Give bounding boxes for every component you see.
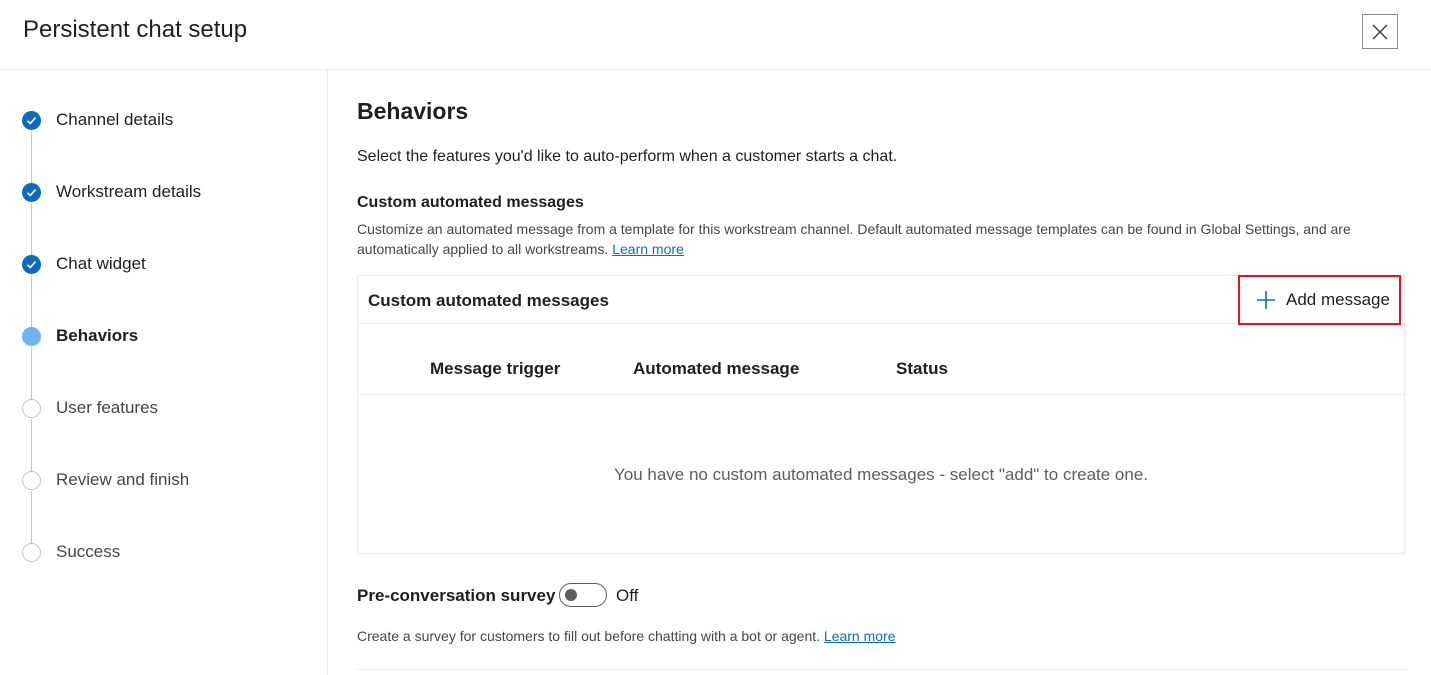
pending-step-indicator [22,471,41,490]
survey-description-text: Create a survey for customers to fill ou… [357,628,821,644]
learn-more-link[interactable]: Learn more [612,241,684,257]
step-label: Channel details [56,110,174,129]
toggle-knob [565,589,577,601]
table-header: Message trigger Automated message Status [358,324,1404,395]
step-label: Workstream details [56,182,202,201]
empty-state-message: You have no custom automated messages - … [613,465,1149,484]
step-channel-details[interactable]: Channel details [0,105,320,135]
custom-messages-description: Customize an automated message from a te… [357,220,1397,259]
main-content: Behaviors Select the features you'd like… [357,70,1405,675]
page-title: Behaviors [357,98,469,124]
step-label: Review and finish [56,470,190,489]
stepper-connector [31,491,32,543]
divider [357,669,1405,670]
step-chat-widget[interactable]: Chat widget [0,249,320,279]
plus-icon [1257,291,1275,309]
current-step-indicator [22,327,41,346]
checkmark-icon [22,183,41,202]
stepper-connector [31,275,32,327]
card-header: Custom automated messages Add message [358,275,1404,325]
step-label: Behaviors [56,326,139,345]
setup-stepper: Channel details Workstream details Chat … [0,70,328,675]
checkmark-icon [22,111,41,130]
add-message-label: Add message [1286,290,1390,309]
step-label: Chat widget [56,254,146,273]
dialog-title: Persistent chat setup [23,16,248,43]
custom-messages-card: Custom automated messages Add message Me… [357,275,1405,554]
step-success[interactable]: Success [0,537,320,567]
step-user-features[interactable]: User features [0,393,320,423]
card-title: Custom automated messages [368,291,609,310]
step-label: User features [56,398,159,417]
close-button[interactable] [1362,14,1398,49]
pending-step-indicator [22,543,41,562]
survey-toggle[interactable] [559,583,607,607]
column-header-message-trigger[interactable]: Message trigger [430,358,560,380]
checkmark-icon [22,255,41,274]
step-label: Success [56,542,121,561]
pre-conversation-survey-row: Pre-conversation survey Off [357,582,957,608]
step-behaviors[interactable]: Behaviors [0,321,320,351]
intro-text: Select the features you'd like to auto-p… [357,148,898,165]
stepper-connector [31,203,32,255]
survey-label: Pre-conversation survey [357,586,556,605]
survey-learn-more-link[interactable]: Learn more [824,628,896,644]
stepper-connector [31,131,32,183]
column-header-automated-message[interactable]: Automated message [633,358,799,380]
stepper-connector [31,347,32,399]
step-review-and-finish[interactable]: Review and finish [0,465,320,495]
add-message-button[interactable]: Add message [1238,275,1401,325]
survey-description: Create a survey for customers to fill ou… [357,626,896,646]
column-header-status[interactable]: Status [896,358,948,380]
close-icon [1372,24,1388,39]
dialog-header: Persistent chat setup [0,0,1431,70]
toggle-state-text: Off [616,586,639,605]
stepper-connector [31,419,32,471]
step-workstream-details[interactable]: Workstream details [0,177,320,207]
description-text: Customize an automated message from a te… [357,221,1351,257]
custom-messages-heading: Custom automated messages [357,194,584,211]
pending-step-indicator [22,399,41,418]
